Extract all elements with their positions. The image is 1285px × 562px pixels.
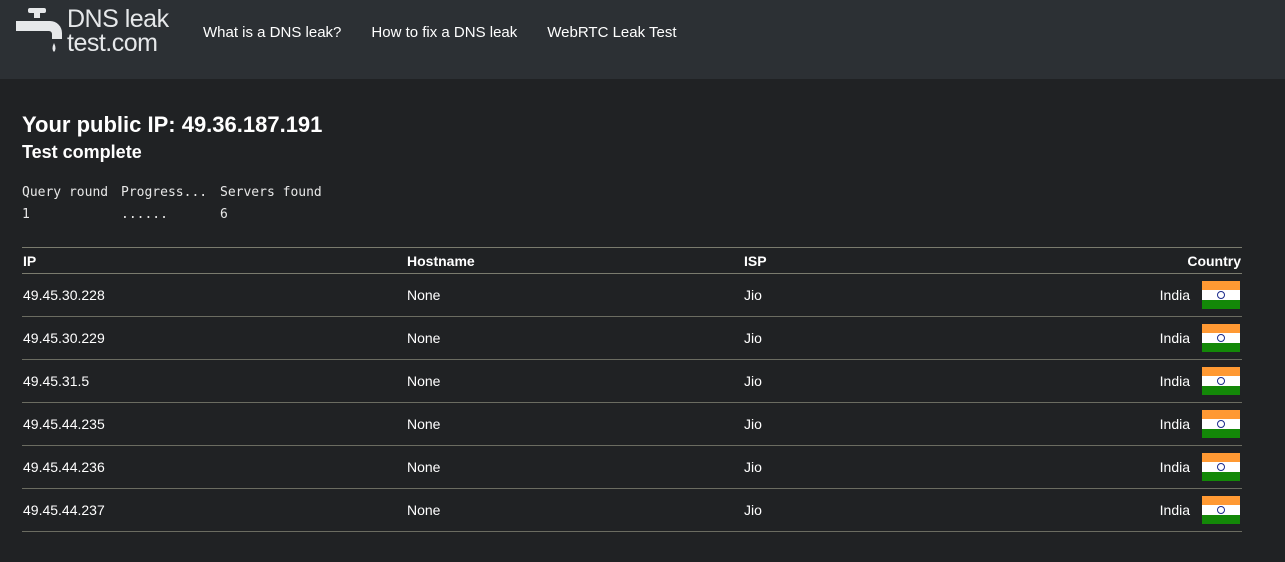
cell-isp: Jio [744, 416, 762, 432]
column-header-ip: IP [23, 252, 37, 269]
country-wrapper: India [1160, 496, 1241, 524]
table-row: 49.45.44.236 None Jio India [22, 446, 1242, 489]
country-name: India [1159, 502, 1190, 518]
progress-header-progress: Progress... [121, 185, 208, 200]
cell-ip: 49.45.44.235 [23, 416, 105, 432]
cell-hostname: None [407, 287, 441, 303]
nav-link-how-to-fix-dns-leak[interactable]: How to fix a DNS leak [371, 23, 517, 43]
country-name: India [1159, 373, 1190, 389]
india-flag-icon [1202, 324, 1240, 352]
cell-isp: Jio [744, 330, 762, 346]
cell-hostname: None [407, 416, 441, 432]
country-name: India [1159, 416, 1190, 432]
cell-country: India [1045, 274, 1242, 317]
country-wrapper: India [1160, 367, 1241, 395]
india-flag-icon [1202, 281, 1240, 309]
cell-hostname: None [407, 459, 441, 475]
table-row: 49.45.30.228 None Jio India [22, 274, 1242, 317]
india-flag-icon [1202, 453, 1240, 481]
logo-line-2: test.com [67, 29, 158, 57]
progress-value-servers-found: 6 [220, 207, 228, 222]
cell-country: India [1045, 446, 1242, 489]
cell-ip: 49.45.44.236 [23, 459, 105, 475]
country-name: India [1159, 287, 1190, 303]
column-header-country: Country [1187, 252, 1241, 269]
cell-isp: Jio [744, 373, 762, 389]
public-ip-heading: Your public IP: 49.36.187.191 [22, 112, 323, 137]
country-name: India [1159, 330, 1190, 346]
table-row: 49.45.44.235 None Jio India [22, 403, 1242, 446]
cell-country: India [1045, 403, 1242, 446]
cell-ip: 49.45.31.5 [23, 373, 90, 389]
india-flag-icon [1202, 367, 1240, 395]
logo-line-1: DNS leak [67, 5, 169, 33]
nav-link-what-is-dns-leak[interactable]: What is a DNS leak? [203, 23, 341, 43]
country-wrapper: India [1160, 281, 1241, 309]
nav-link-webrtc-leak-test[interactable]: WebRTC Leak Test [547, 23, 676, 43]
progress-value-progress: ...... [121, 207, 168, 222]
query-progress: Query round Progress... Servers found 1 … [22, 182, 340, 226]
cell-country: India [1045, 317, 1242, 360]
cell-isp: Jio [744, 502, 762, 518]
country-wrapper: India [1160, 453, 1241, 481]
table-row: 49.45.31.5 None Jio India [22, 360, 1242, 403]
dns-servers-table: IP Hostname ISP Country 49.45.30.228 None… [22, 247, 1242, 532]
site-logo[interactable]: DNS leak test.com [14, 7, 179, 57]
column-header-isp: ISP [744, 252, 767, 269]
cell-country: India [1045, 360, 1242, 403]
progress-value-row: 1 ...... 6 [22, 204, 340, 226]
india-flag-icon [1202, 496, 1240, 524]
progress-value-query-round: 1 [22, 207, 30, 222]
cell-ip: 49.45.44.237 [23, 502, 105, 518]
test-status: Test complete [22, 142, 142, 162]
main-nav: What is a DNS leak? How to fix a DNS lea… [203, 23, 707, 43]
table-body: 49.45.30.228 None Jio India 49.45.30.229 None… [22, 274, 1242, 532]
country-wrapper: India [1160, 410, 1241, 438]
cell-hostname: None [407, 330, 441, 346]
progress-header-row: Query round Progress... Servers found [22, 182, 340, 204]
main-content: Your public IP: 49.36.187.191 Test compl… [22, 112, 1242, 532]
cell-ip: 49.45.30.229 [23, 330, 105, 346]
country-name: India [1159, 459, 1190, 475]
column-header-hostname: Hostname [407, 252, 475, 269]
country-wrapper: India [1160, 324, 1241, 352]
cell-country: India [1045, 489, 1242, 532]
cell-hostname: None [407, 502, 441, 518]
cell-isp: Jio [744, 459, 762, 475]
top-navbar: DNS leak test.com What is a DNS leak? Ho… [0, 0, 1285, 79]
cell-isp: Jio [744, 287, 762, 303]
progress-header-servers-found: Servers found [220, 185, 322, 200]
logo-text: DNS leak test.com [67, 5, 169, 57]
table-row: 49.45.44.237 None Jio India [22, 489, 1242, 532]
table-row: 49.45.30.229 None Jio India [22, 317, 1242, 360]
faucet-icon [16, 8, 62, 52]
table-header-row: IP Hostname ISP Country [22, 247, 1242, 274]
india-flag-icon [1202, 410, 1240, 438]
cell-hostname: None [407, 373, 441, 389]
cell-ip: 49.45.30.228 [23, 287, 105, 303]
progress-header-query-round: Query round [22, 185, 109, 200]
